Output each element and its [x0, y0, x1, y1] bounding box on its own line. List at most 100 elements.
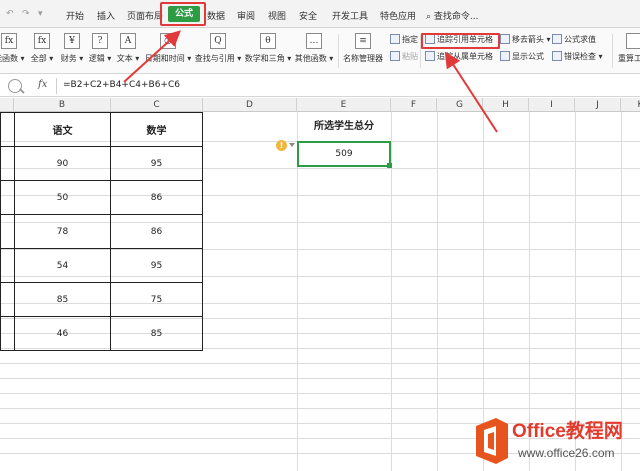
column-header-i[interactable]: I [529, 98, 575, 112]
all-functions-button[interactable]: fx 全部 ▾ [28, 28, 56, 74]
finance-button[interactable]: ¥ 财务 ▾ [58, 28, 86, 74]
gridline [0, 393, 640, 394]
math-trig-button[interactable]: θ 数学和三角 ▾ [244, 28, 292, 74]
tab-page-layout[interactable]: 页面布局 [127, 9, 163, 22]
column-header-f[interactable]: F [391, 98, 437, 112]
menu-bar: ↶ ↷ ▾ 开始 插入 页面布局 公式 数据 审阅 视图 安全 开发工具 特色应… [0, 0, 640, 28]
ribbon-label: 文本 ▾ [116, 54, 140, 63]
tab-review[interactable]: 审阅 [237, 9, 255, 22]
total-score-title[interactable]: 所选学生总分 [297, 112, 391, 141]
trace-precedents-highlight-box [421, 33, 500, 49]
table-cell[interactable] [0, 282, 15, 317]
table-cell[interactable]: 95 [110, 146, 203, 181]
column-header-b[interactable]: B [14, 98, 111, 112]
more-functions-button[interactable]: … 其他函数 ▾ [294, 28, 334, 74]
error-checking-icon [552, 51, 562, 61]
paste-name-button[interactable]: 粘贴 [390, 50, 418, 64]
recalculate-button[interactable]: 重算工作 [614, 28, 640, 74]
remove-arrows-button[interactable]: 移去箭头 ▾ [500, 33, 551, 47]
tab-data[interactable]: 数据 [207, 9, 225, 22]
column-header-h[interactable]: H [483, 98, 529, 112]
date-time-button[interactable]: ◷ 日期和时间 ▾ [144, 28, 192, 74]
table-cell[interactable] [0, 180, 15, 215]
spreadsheet-app: ↶ ↷ ▾ 开始 插入 页面布局 公式 数据 审阅 视图 安全 开发工具 特色应… [0, 0, 640, 471]
error-checking-label: 错误检查 ▾ [564, 52, 603, 61]
search-icon: ⌕ [426, 12, 432, 22]
trace-dependents-button[interactable]: 追踪从属单元格 [425, 50, 493, 64]
tab-security[interactable]: 安全 [299, 9, 317, 22]
trace-dependents-label: 追踪从属单元格 [437, 52, 493, 61]
table-cell[interactable]: 54 [14, 248, 111, 283]
logic-button[interactable]: ? 逻辑 ▾ [86, 28, 114, 74]
more-functions-icon: … [306, 33, 322, 49]
recalculate-icon [626, 33, 640, 49]
gridline [0, 408, 640, 409]
tab-features[interactable]: 特色应用 [380, 9, 416, 22]
column-header-e[interactable]: E [297, 98, 391, 112]
table-cell[interactable]: 90 [14, 146, 111, 181]
table-cell[interactable] [0, 248, 15, 283]
search-command-label: 查找命令... [433, 12, 479, 22]
search-command[interactable]: ⌕ 查找命令... [426, 9, 479, 22]
text-button[interactable]: A 文本 ▾ [114, 28, 142, 74]
total-score-cell[interactable]: 509 [297, 141, 391, 167]
name-manager-button[interactable]: ≡ 名称管理器 [342, 28, 384, 74]
table-cell[interactable] [0, 214, 15, 249]
paste-icon [390, 51, 400, 61]
fill-handle[interactable] [387, 163, 392, 168]
table-cell[interactable] [0, 316, 15, 351]
redo-icon[interactable]: ↷ [22, 9, 30, 19]
formula-bar: fx =B2+C2+B4+C4+B6+C6 [0, 75, 640, 97]
table-row: 90 95 [0, 146, 203, 181]
math-icon: θ [260, 33, 276, 49]
logic-icon: ? [92, 33, 108, 49]
ribbon: fx 能函数 ▾ fx 全部 ▾ ¥ 财务 ▾ ? 逻辑 ▾ A 文本 ▾ ◷ … [0, 28, 640, 74]
trace-dependents-icon [425, 51, 435, 61]
formulas-tab-highlight-box [160, 2, 206, 26]
table-cell[interactable]: 46 [14, 316, 111, 351]
table-cell[interactable] [0, 112, 15, 147]
table-cell[interactable]: 75 [110, 282, 203, 317]
watermark-url: www.office26.com [518, 446, 615, 460]
column-header-a[interactable] [0, 98, 14, 112]
column-header-c[interactable]: C [111, 98, 203, 112]
define-name-button[interactable]: 指定 [390, 33, 418, 47]
zoom-icon[interactable] [8, 79, 22, 93]
ribbon-label: 逻辑 ▾ [88, 54, 112, 63]
evaluate-formula-icon [552, 34, 562, 44]
column-header-j[interactable]: J [575, 98, 621, 112]
table-cell[interactable] [0, 146, 15, 181]
header-chinese[interactable]: 语文 [14, 112, 111, 147]
tab-developer[interactable]: 开发工具 [332, 9, 368, 22]
column-header-d[interactable]: D [203, 98, 297, 112]
table-cell[interactable]: 86 [110, 180, 203, 215]
insert-function-button[interactable]: fx 能函数 ▾ [0, 28, 25, 74]
fx-icon[interactable]: fx [38, 79, 47, 90]
table-cell[interactable]: 50 [14, 180, 111, 215]
warning-icon: ! [276, 140, 287, 151]
table-cell[interactable]: 78 [14, 214, 111, 249]
quick-access-dropdown-icon[interactable]: ▾ [38, 9, 43, 19]
error-warning-indicator[interactable]: ! [276, 140, 296, 152]
watermark-title: Office教程网 [512, 421, 623, 442]
tab-insert[interactable]: 插入 [97, 9, 115, 22]
table-row: 54 95 [0, 248, 203, 283]
undo-icon[interactable]: ↶ [6, 9, 14, 19]
date-icon: ◷ [160, 33, 176, 49]
table-cell[interactable]: 95 [110, 248, 203, 283]
table-cell[interactable]: 85 [14, 282, 111, 317]
tab-home[interactable]: 开始 [66, 9, 84, 22]
show-formulas-button[interactable]: 显示公式 [500, 50, 544, 64]
formula-input[interactable]: =B2+C2+B4+C4+B6+C6 [63, 80, 180, 90]
ribbon-label: 能函数 ▾ [0, 54, 25, 63]
error-checking-button[interactable]: 错误检查 ▾ [552, 50, 603, 64]
lookup-reference-button[interactable]: Q 查找与引用 ▾ [194, 28, 242, 74]
tab-view[interactable]: 视图 [268, 9, 286, 22]
evaluate-formula-button[interactable]: 公式求值 [552, 33, 596, 47]
table-cell[interactable]: 86 [110, 214, 203, 249]
lookup-icon: Q [210, 33, 226, 49]
header-math[interactable]: 数学 [110, 112, 203, 147]
column-header-k[interactable]: K [621, 98, 640, 112]
column-header-g[interactable]: G [437, 98, 483, 112]
table-cell[interactable]: 85 [110, 316, 203, 351]
